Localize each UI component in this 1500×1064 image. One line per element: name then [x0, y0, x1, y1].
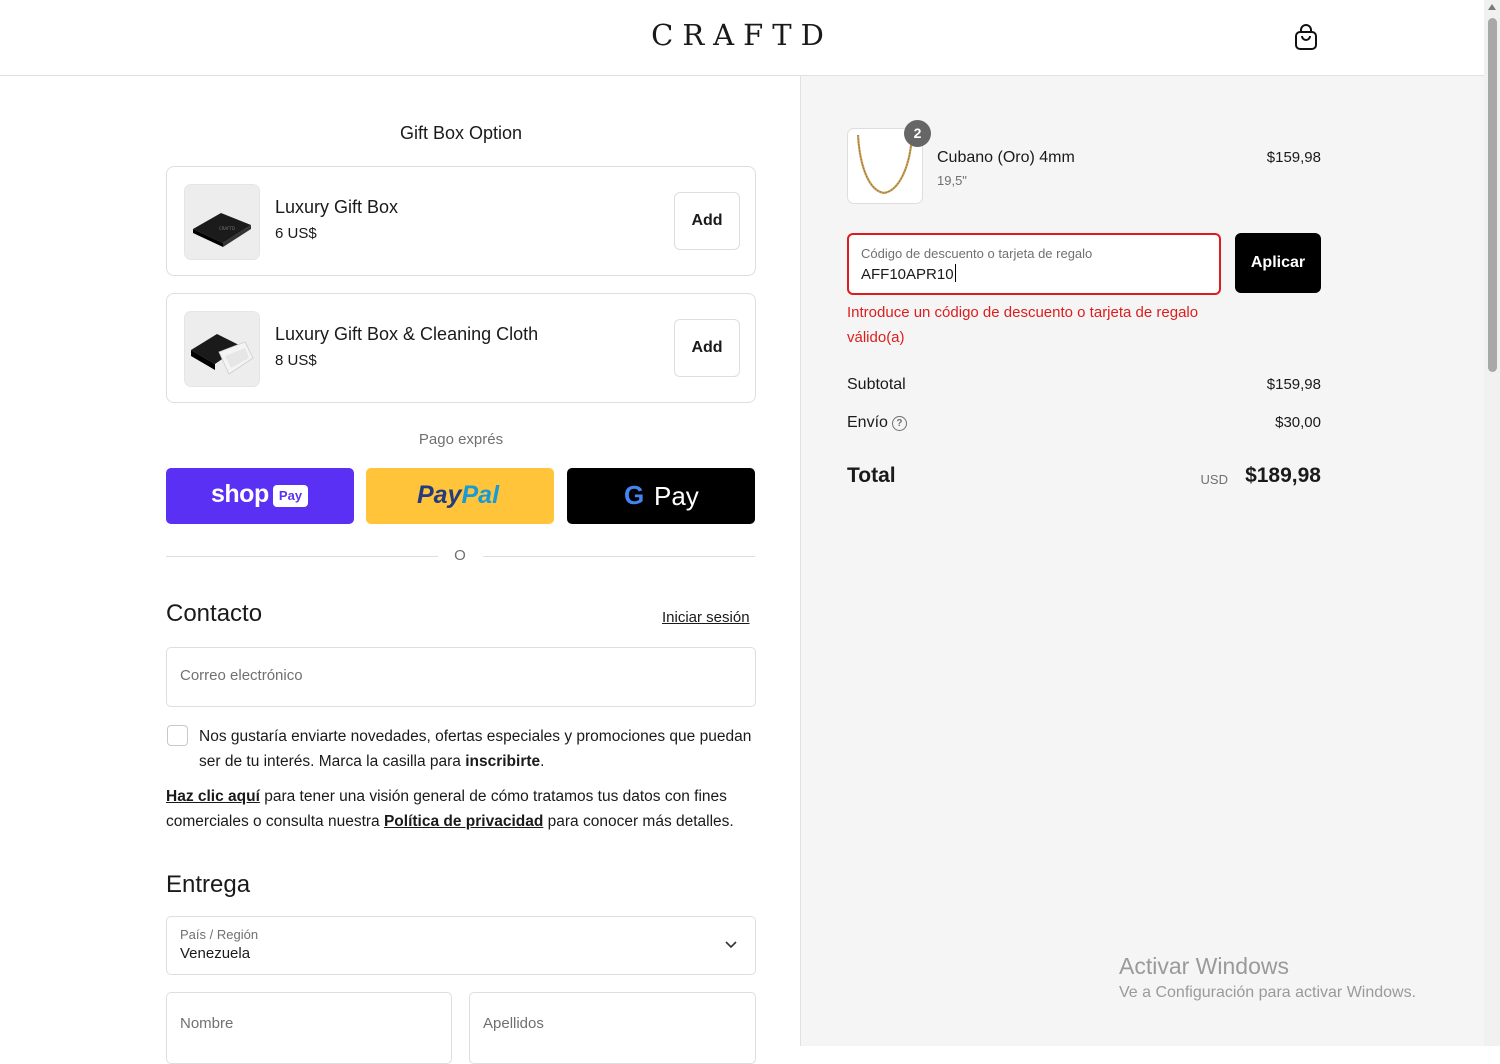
- gift-option-name: Luxury Gift Box & Cleaning Cloth: [275, 324, 539, 344]
- google-g-icon: G: [624, 480, 645, 510]
- add-gift-box-cloth-button[interactable]: Add: [674, 319, 740, 377]
- subtotal-label: Subtotal: [847, 376, 906, 393]
- click-here-link[interactable]: Haz clic aquí: [166, 788, 260, 805]
- email-placeholder: Correo electrónico: [180, 667, 303, 684]
- windows-watermark-title: Activar Windows: [1119, 953, 1289, 979]
- divider-or: O: [454, 547, 466, 564]
- first-name-field[interactable]: Nombre: [166, 992, 452, 1064]
- google-pay-button[interactable]: G Pay: [567, 468, 755, 524]
- gift-option-price: 6 US$: [275, 225, 317, 242]
- shop-pay-badge: Pay: [273, 485, 308, 507]
- paypal-logo: PayPal: [417, 481, 500, 509]
- express-checkout-label: Pago exprés: [418, 431, 504, 448]
- shop-pay-button[interactable]: shop Pay: [166, 468, 354, 524]
- last-name-field[interactable]: Apellidos: [469, 992, 756, 1064]
- discount-label: Código de descuento o tarjeta de regalo: [861, 246, 1093, 261]
- order-summary: 2 Cubano (Oro) 4mm 19,5" $159,98 Código …: [800, 76, 1485, 1046]
- gift-box-cloth-image: [184, 311, 260, 387]
- subtotal-value: $159,98: [1266, 376, 1321, 393]
- divider-left: [166, 556, 438, 557]
- privacy-policy-link[interactable]: Política de privacidad: [384, 813, 543, 830]
- paypal-button[interactable]: PayPal: [366, 468, 554, 524]
- gift-option-card: Luxury Gift Box & Cleaning Cloth 8 US$ A…: [166, 293, 756, 403]
- product-price: $159,98: [1266, 149, 1321, 166]
- shop-pay-logo: shop: [211, 480, 269, 508]
- gift-option-card: CRAFTD Luxury Gift Box 6 US$ Add: [166, 166, 756, 276]
- total-label: Total: [847, 464, 896, 487]
- divider-right: [483, 556, 755, 557]
- privacy-notice: Haz clic aquí para tener una visión gene…: [166, 788, 734, 830]
- scroll-up-icon[interactable]: [1488, 4, 1496, 10]
- country-label: País / Región: [180, 927, 259, 942]
- gift-box-image: CRAFTD: [184, 184, 260, 260]
- first-name-placeholder: Nombre: [180, 1015, 234, 1032]
- country-value: Venezuela: [180, 945, 251, 962]
- add-gift-box-button[interactable]: Add: [674, 192, 740, 250]
- last-name-placeholder: Apellidos: [483, 1015, 544, 1032]
- site-header: CRAFTD: [0, 0, 1484, 76]
- email-field[interactable]: Correo electrónico: [166, 647, 756, 707]
- apply-discount-button[interactable]: Aplicar: [1235, 233, 1321, 293]
- chevron-down-icon: [725, 941, 737, 949]
- gift-option-name: Luxury Gift Box: [275, 197, 399, 217]
- total-currency: USD: [1200, 472, 1228, 487]
- shipping-label: Envío?: [847, 414, 907, 432]
- delivery-title: Entrega: [166, 871, 251, 898]
- brand-logo[interactable]: CRAFTD: [0, 18, 1484, 52]
- shopping-bag-icon[interactable]: [1292, 22, 1320, 52]
- checkout-main: Gift Box Option CRAFTD Luxury Gift Box 6…: [0, 76, 800, 1064]
- help-icon[interactable]: ?: [891, 416, 907, 431]
- gift-section-title: Gift Box Option: [399, 123, 523, 143]
- scrollbar-thumb[interactable]: [1488, 18, 1497, 372]
- google-pay-label: Pay: [654, 481, 699, 511]
- windows-watermark-subtitle: Ve a Configuración para activar Windows.: [1119, 984, 1417, 1001]
- discount-error-message: Introduce un código de descuento o tarje…: [847, 304, 1199, 346]
- gift-option-price: 8 US$: [275, 352, 317, 369]
- discount-value: AFF10APR10: [861, 264, 956, 283]
- contact-title: Contacto: [166, 600, 263, 627]
- login-link[interactable]: Iniciar sesión: [662, 609, 750, 626]
- total-value: $189,98: [1245, 464, 1321, 487]
- svg-text:CRAFTD: CRAFTD: [219, 226, 235, 231]
- page-scrollbar[interactable]: [1484, 0, 1500, 1046]
- discount-code-input[interactable]: Código de descuento o tarjeta de regalo …: [847, 233, 1221, 295]
- shipping-value: $30,00: [1275, 414, 1321, 431]
- product-name: Cubano (Oro) 4mm: [937, 149, 1075, 166]
- newsletter-checkbox[interactable]: [167, 725, 188, 746]
- newsletter-label: Nos gustaría enviarte novedades, ofertas…: [199, 728, 752, 770]
- country-select[interactable]: País / Región Venezuela: [166, 916, 756, 975]
- quantity-badge: 2: [904, 120, 931, 147]
- product-variant: 19,5": [937, 173, 967, 188]
